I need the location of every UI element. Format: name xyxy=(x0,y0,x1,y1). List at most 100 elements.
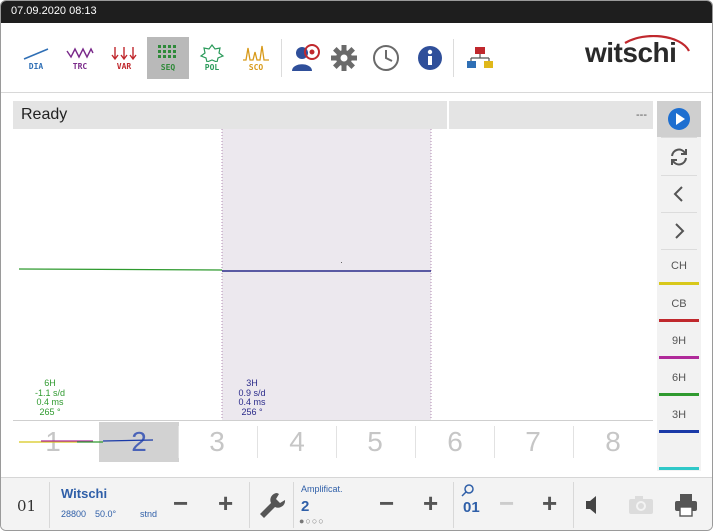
sco-button[interactable]: SCO xyxy=(235,37,277,79)
sco-label: SCO xyxy=(248,63,264,72)
app-window: 07.09.2020 08:13 DIA TRC VAR SEQ POL SCO… xyxy=(0,0,713,531)
trc-button[interactable]: TRC xyxy=(59,37,101,79)
sidebar-divider xyxy=(661,249,697,250)
next-button[interactable] xyxy=(657,213,701,249)
bottom-divider xyxy=(49,482,50,528)
sequence-position-7[interactable]: 7 xyxy=(493,422,573,462)
channel-label: CH xyxy=(671,260,687,272)
clock-icon xyxy=(373,45,399,71)
bottom-divider xyxy=(293,482,294,528)
speaker-icon xyxy=(586,496,596,514)
camera-button[interactable] xyxy=(627,494,655,521)
diagram-icon xyxy=(23,48,49,60)
sequence-plot: 6H -1.1 s/d 0.4 ms 265 ° 3H 0.9 s/d 0.4 … xyxy=(13,129,653,421)
clock-button[interactable] xyxy=(365,37,407,79)
amplification-minus-button[interactable]: − xyxy=(379,490,394,516)
bottom-divider xyxy=(453,482,454,528)
seq-label: SEQ xyxy=(160,63,176,72)
print-button[interactable] xyxy=(673,492,699,523)
channel-6h[interactable]: 6H xyxy=(657,363,701,393)
sequence-divider xyxy=(494,426,495,458)
status-bar: 07.09.2020 08:13 xyxy=(1,1,712,23)
profile-minus-button[interactable]: − xyxy=(173,490,188,516)
dia-label: DIA xyxy=(28,62,44,71)
witschi-logo: witschi xyxy=(585,35,695,79)
amplification-plus-button[interactable]: + xyxy=(423,490,438,516)
user-settings-icon xyxy=(292,44,320,71)
bottom-bar: 01 Witschi 28800 50.0° stnd − + Amplific… xyxy=(1,477,712,530)
scope-icon xyxy=(243,45,269,61)
channel-3h[interactable]: 3H xyxy=(657,400,701,430)
toolbar-divider xyxy=(281,39,282,77)
plot-baseline xyxy=(13,420,653,421)
printer-icon xyxy=(675,494,697,517)
amplification-value: 2 xyxy=(301,498,310,515)
play-icon xyxy=(668,108,690,130)
sequence-position-label: 5 xyxy=(367,426,383,457)
pol-button[interactable]: POL xyxy=(191,37,233,79)
channel-extra[interactable] xyxy=(657,437,701,467)
channel-9h[interactable]: 9H xyxy=(657,326,701,356)
channel-9h-color xyxy=(659,356,699,359)
channel-extra-color xyxy=(659,467,699,470)
network-button[interactable] xyxy=(459,37,501,79)
sequence-divider xyxy=(573,426,574,458)
profile-plus-button[interactable]: + xyxy=(218,490,233,516)
refresh-button[interactable] xyxy=(657,139,701,175)
magnifier-icon xyxy=(461,484,474,497)
trace-line-6h xyxy=(18,268,223,271)
program-number[interactable]: 01 xyxy=(17,497,36,515)
sequence-divider xyxy=(257,426,258,458)
sequence-grid-icon xyxy=(158,45,176,58)
channel-6h-color xyxy=(659,393,699,396)
trace-point xyxy=(341,262,342,263)
previous-button[interactable] xyxy=(657,176,701,212)
wrench-icon xyxy=(260,493,286,518)
chevron-left-icon xyxy=(673,186,683,202)
sequence-position-5[interactable]: 5 xyxy=(335,422,415,462)
start-button[interactable] xyxy=(657,101,701,137)
result-amplitude: 265 ° xyxy=(39,406,61,417)
status-divider xyxy=(447,101,449,129)
channel-label: 6H xyxy=(671,372,687,384)
variation-icon xyxy=(111,47,137,61)
zoom-plus-button[interactable]: + xyxy=(542,490,557,516)
sidebar-divider xyxy=(661,137,697,138)
sequence-position-6[interactable]: 6 xyxy=(415,422,495,462)
amplification-label: Amplificat. xyxy=(301,484,343,494)
var-button[interactable]: VAR xyxy=(103,37,145,79)
channel-label: 9H xyxy=(671,335,687,347)
channel-cb-color xyxy=(659,319,699,322)
sequence-position-8[interactable]: 8 xyxy=(573,422,653,462)
result-6h: 6H -1.1 s/d 0.4 ms 265 ° xyxy=(29,378,71,417)
channel-label: 3H xyxy=(671,409,687,421)
logo-text: witschi xyxy=(585,37,677,68)
zoom-minus-button[interactable]: − xyxy=(499,490,514,516)
mode-value: stnd xyxy=(140,509,158,519)
channel-cb[interactable]: CB xyxy=(657,289,701,319)
info-button[interactable] xyxy=(409,37,451,79)
dia-button[interactable]: DIA xyxy=(15,37,57,79)
profile-name[interactable]: Witschi xyxy=(61,486,107,501)
status-value: --- xyxy=(636,109,647,121)
sound-button[interactable] xyxy=(583,494,603,521)
seq-button[interactable]: SEQ xyxy=(147,37,189,79)
bottom-divider xyxy=(573,482,574,528)
result-3h: 3H 0.9 s/d 0.4 ms 256 ° xyxy=(231,378,273,417)
settings-button[interactable] xyxy=(323,37,365,79)
toolbar-divider xyxy=(453,39,454,77)
sequence-position-label: 7 xyxy=(525,426,541,457)
toolbar: DIA TRC VAR SEQ POL SCO witschi xyxy=(1,23,712,93)
measurement-status: Ready xyxy=(21,106,68,123)
mini-trace-3h xyxy=(102,439,154,442)
channel-ch[interactable]: CH xyxy=(657,251,701,281)
sequence-position-label: 4 xyxy=(289,426,305,457)
channel-label: CB xyxy=(671,298,687,310)
channel-3h-color xyxy=(659,430,699,433)
adjust-button[interactable] xyxy=(257,490,287,525)
user-button[interactable] xyxy=(285,37,327,79)
camera-icon xyxy=(629,496,653,514)
channel-ch-color xyxy=(659,282,699,285)
sequence-position-4[interactable]: 4 xyxy=(257,422,337,462)
network-icon xyxy=(467,47,493,68)
